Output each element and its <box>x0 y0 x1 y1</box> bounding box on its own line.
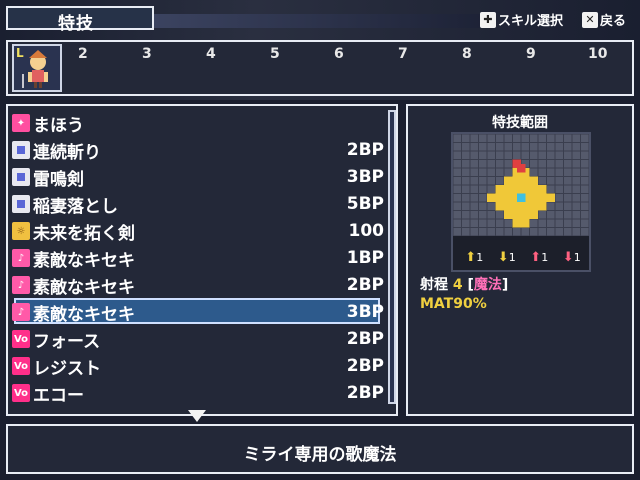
skill-row[interactable]: Vo レジスト 2BP <box>12 353 384 379</box>
skill-row[interactable]: 稲妻落とし 5BP <box>12 191 384 217</box>
skill-name: 稲妻落とし <box>33 196 118 217</box>
skill-name: 連続斬り <box>33 142 101 163</box>
range-bracket-close: ] <box>501 277 509 293</box>
party-slot-2[interactable]: 2 <box>78 46 88 62</box>
skill-row[interactable]: ✦ まほう <box>12 110 384 136</box>
skill-square-icon <box>12 141 30 159</box>
terrain-stats: ⬆ 1 ⬇ 1 ⬆ 1 ⬇ 1 <box>458 246 588 268</box>
skill-cost: 5BP <box>346 194 384 214</box>
skill-name: まほう <box>33 115 84 136</box>
party-slot-5[interactable]: 5 <box>270 46 280 62</box>
party-slot-9[interactable]: 9 <box>526 46 536 62</box>
skill-row[interactable]: ♪ 素敵なキセキ 1BP <box>12 245 384 271</box>
description-panel: ミライ専用の歌魔法 <box>6 424 634 474</box>
party-slot-1[interactable]: L <box>12 44 62 92</box>
skill-cost: 2BP <box>346 329 384 349</box>
menu-title-box: 特技 <box>6 6 154 34</box>
down-arrow-icon: ⬇ <box>497 249 509 265</box>
title-bar-decoration <box>154 14 484 28</box>
party-slot-3[interactable]: 3 <box>142 46 152 62</box>
skill-row[interactable]: ♪ 素敵なキセキ 2BP <box>12 272 384 298</box>
party-slot-6[interactable]: 6 <box>334 46 344 62</box>
terrain-stat: ⬆ 1 <box>465 250 483 265</box>
skill-row-selected[interactable]: ♪ 素敵なキセキ 3BP <box>12 299 384 325</box>
skill-name: 素敵なキセキ <box>33 304 135 325</box>
party-slot-8[interactable]: 8 <box>462 46 472 62</box>
skill-range-panel: 特技範囲 ⬆ 1 ⬇ 1 ⬆ 1 ⬇ 1 射程 4 [魔法] MAT90% <box>406 104 634 416</box>
skill-square-icon <box>12 168 30 186</box>
down-arrow-icon: ⬇ <box>562 249 574 265</box>
skill-cost: 2BP <box>346 275 384 295</box>
skill-cost: 100 <box>348 221 385 241</box>
skill-row[interactable]: 連続斬り 2BP <box>12 137 384 163</box>
magic-icon: ✦ <box>12 114 30 132</box>
character-sprite-icon <box>22 50 48 88</box>
skill-name: エコー <box>33 385 84 406</box>
skill-name: 雷鳴剣 <box>33 169 84 190</box>
terrain-count: 1 <box>476 250 484 264</box>
back-label: 戻る <box>600 14 627 29</box>
skill-cost: 2BP <box>346 356 384 376</box>
special-gold-icon: ☼ <box>12 222 30 240</box>
vo-icon: Vo <box>12 357 30 375</box>
party-strip: L 2 3 4 5 6 7 8 9 10 <box>6 40 634 96</box>
skill-square-icon <box>12 195 30 213</box>
skill-cost: 2BP <box>346 383 384 403</box>
cancel-button-icon: ✕ <box>582 11 598 28</box>
range-title: 特技範囲 <box>492 115 548 131</box>
skill-name: レジスト <box>33 358 101 379</box>
skill-name: 素敵なキセキ <box>33 250 135 271</box>
terrain-count: 1 <box>508 250 516 264</box>
skill-row[interactable]: ☼ 未来を拓く剣 100 <box>12 218 384 244</box>
terrain-stat: ⬇ 1 <box>498 250 516 265</box>
skill-cost: 3BP <box>346 167 384 187</box>
music-note-plus-icon: ♪ <box>12 276 30 294</box>
terrain-count: 1 <box>541 250 549 264</box>
dpad-icon: ✚ <box>480 11 496 28</box>
skill-description: ミライ専用の歌魔法 <box>243 445 397 465</box>
menu-title: 特技 <box>58 14 94 34</box>
skill-list-scrollbar[interactable] <box>388 110 396 404</box>
range-type: 魔法 <box>473 277 502 293</box>
up-arrow-icon: ⬆ <box>465 249 477 265</box>
vo-icon: Vo <box>12 330 30 348</box>
range-value: 4 <box>452 277 463 293</box>
skill-cost: 3BP <box>346 302 384 322</box>
range-label: 射程 <box>420 277 448 293</box>
party-slot-7[interactable]: 7 <box>398 46 408 62</box>
skill-row[interactable]: 雷鳴剣 3BP <box>12 164 384 190</box>
terrain-count: 1 <box>573 250 581 264</box>
skill-cost: 1BP <box>346 248 384 268</box>
range-line: 射程 4 [魔法] <box>420 274 508 294</box>
skill-name: 素敵なキセキ <box>33 277 135 298</box>
skill-name: フォース <box>33 331 101 352</box>
terrain-stat: ⬆ 1 <box>530 250 548 265</box>
skill-cost: 2BP <box>346 140 384 160</box>
party-slot-10[interactable]: 10 <box>588 46 607 62</box>
skill-name: 未来を拓く剣 <box>33 223 135 244</box>
skill-row[interactable]: Vo エコー 2BP <box>12 380 384 406</box>
skill-select-hint: ✚ スキル選択 <box>480 10 563 29</box>
vo-icon: Vo <box>12 384 30 402</box>
mat-stat: MAT90% <box>420 296 487 312</box>
back-hint[interactable]: ✕ 戻る <box>582 10 626 29</box>
music-note-plus2-icon: ♪ <box>12 303 30 321</box>
up-arrow-icon: ⬆ <box>530 249 542 265</box>
skill-select-label: スキル選択 <box>498 14 564 29</box>
skill-row[interactable]: Vo フォース 2BP <box>12 326 384 352</box>
scroll-down-arrow-icon[interactable] <box>188 410 206 422</box>
terrain-stat: ⬇ 1 <box>563 250 581 265</box>
music-note-icon: ♪ <box>12 249 30 267</box>
party-slot-4[interactable]: 4 <box>206 46 216 62</box>
